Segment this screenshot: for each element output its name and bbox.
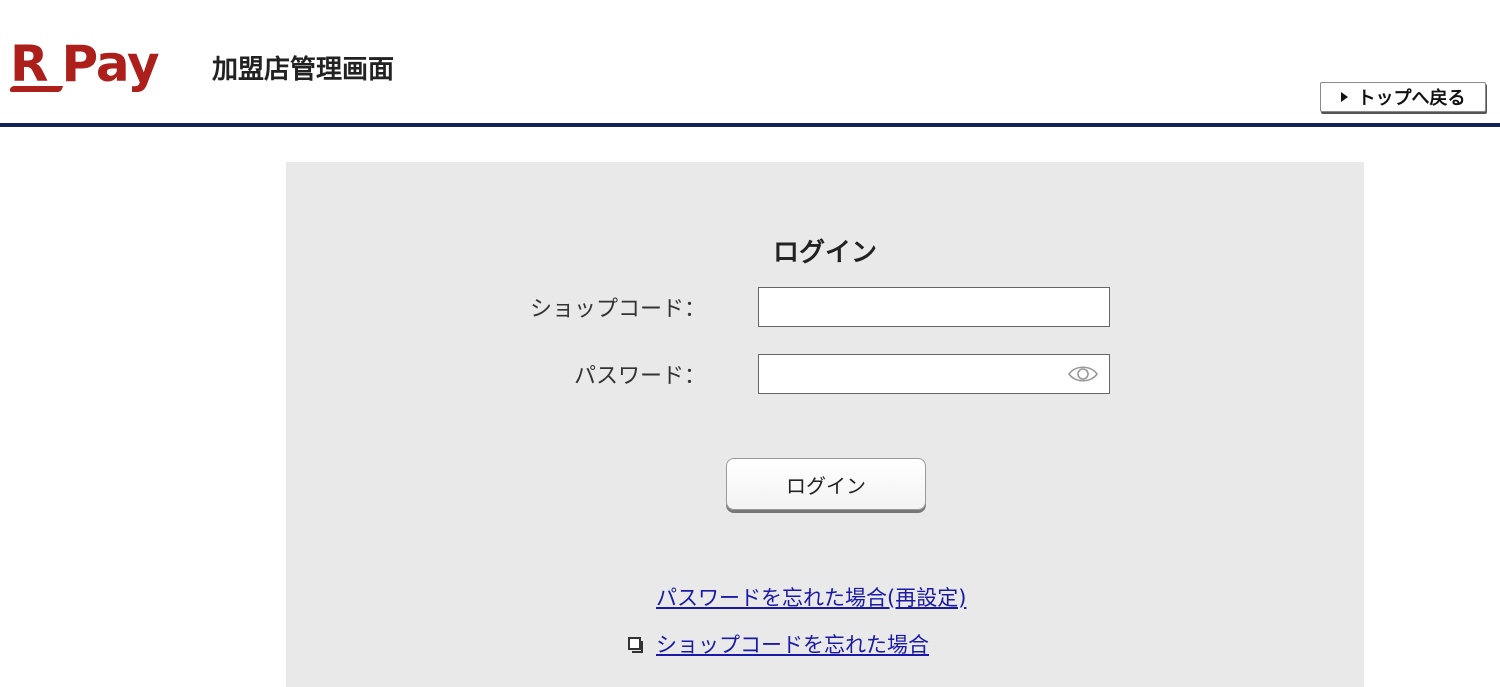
back-to-top-label: トップへ戻る: [1357, 88, 1466, 109]
eye-icon[interactable]: [1067, 363, 1099, 385]
login-button-label: ログイン: [786, 473, 866, 498]
password-label: パスワード：: [573, 364, 706, 389]
logo-r: R: [8, 35, 64, 93]
back-to-top-button[interactable]: トップへ戻る: [1320, 82, 1486, 112]
shop-code-label: ショップコード：: [529, 297, 706, 322]
page-title: 加盟店管理画面: [212, 55, 395, 85]
forgot-password-link[interactable]: パスワードを忘れた場合(再設定): [656, 582, 966, 612]
shop-code-input[interactable]: [759, 288, 1055, 324]
logo-swoosh: [8, 86, 64, 92]
logo-pay-text: Pay: [61, 35, 160, 93]
new-window-icon: [628, 637, 643, 653]
logo-r-text: R: [10, 35, 49, 93]
login-button[interactable]: ログイン: [726, 458, 926, 510]
triangle-right-icon: [1340, 92, 1348, 102]
forgot-shop-code-link[interactable]: ショップコードを忘れた場合: [656, 629, 929, 659]
rpay-logo[interactable]: R Pay: [8, 35, 160, 98]
login-heading: ログイン: [772, 238, 877, 268]
site-header: R Pay 加盟店管理画面 トップへ戻る: [0, 0, 1500, 127]
password-field[interactable]: [758, 354, 1110, 394]
password-input[interactable]: [759, 355, 1055, 391]
shop-code-field[interactable]: [758, 287, 1110, 327]
logo-wordmark: R Pay: [8, 35, 160, 93]
login-panel: ログイン ショップコード： パスワード： ログイン パスワードを忘れた場合(再設…: [286, 162, 1364, 687]
